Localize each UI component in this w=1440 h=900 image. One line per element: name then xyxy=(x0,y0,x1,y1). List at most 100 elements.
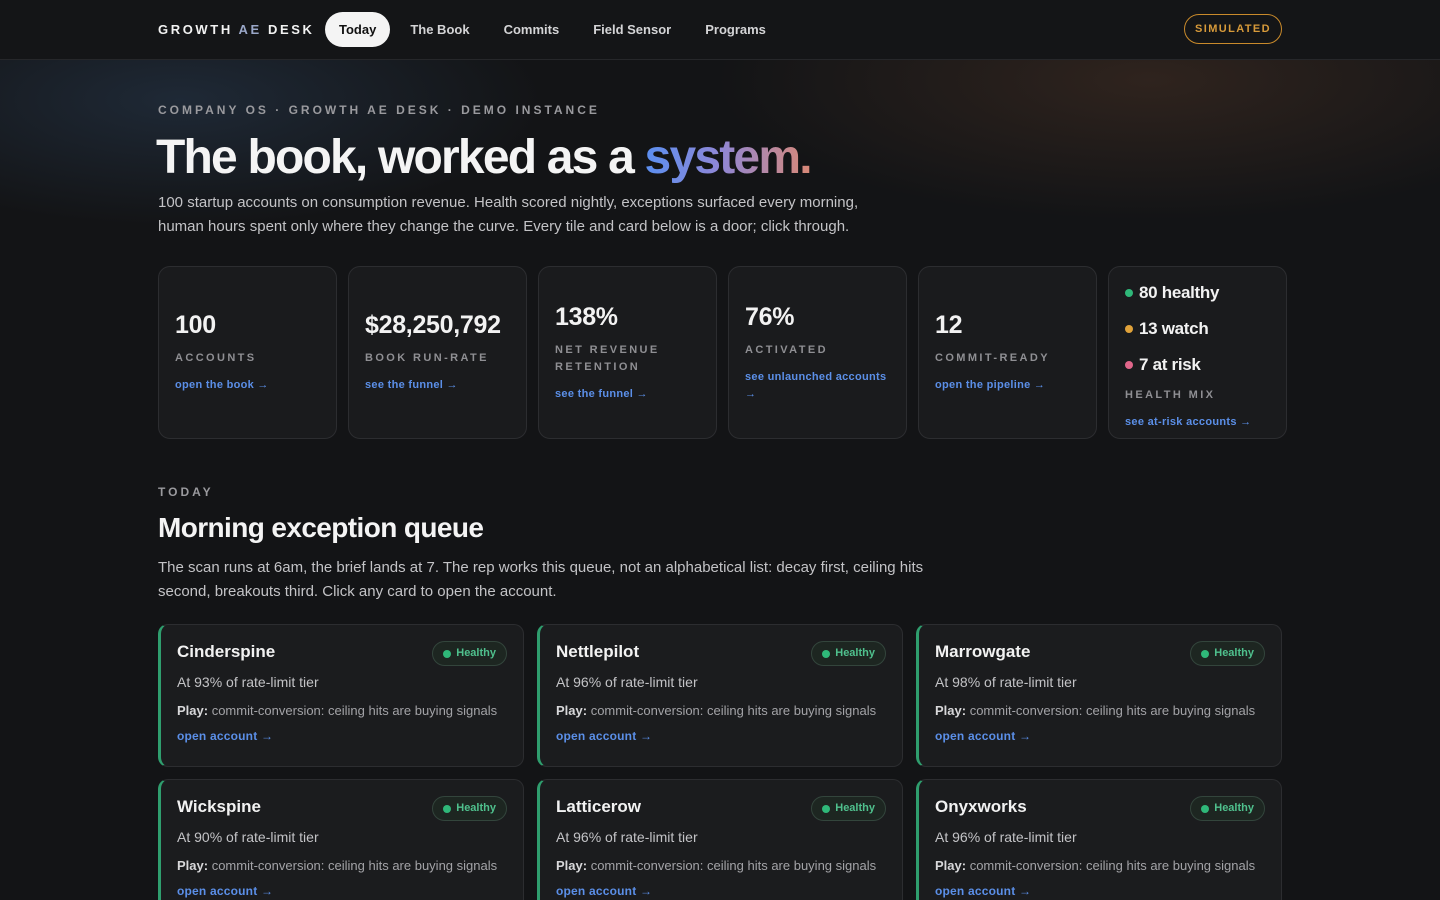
healthy-dot-icon xyxy=(1125,288,1133,297)
hero-subtitle: 100 startup accounts on consumption reve… xyxy=(158,194,859,235)
account-detail: At 96% of rate-limit tier xyxy=(556,829,698,845)
section-eyebrow: TODAY xyxy=(158,485,214,499)
status-badge: Healthy xyxy=(432,641,507,666)
account-play: Play: commit-conversion: ceiling hits ar… xyxy=(177,703,507,718)
status-dot-icon xyxy=(1201,804,1210,813)
status-text: Healthy xyxy=(835,647,875,659)
nav-tab-today[interactable]: Today xyxy=(325,12,391,47)
nav-tab-programs[interactable]: Programs xyxy=(691,12,780,47)
nav-tab-field-sensor[interactable]: Field Sensor xyxy=(579,12,685,47)
nav-tab-the-book[interactable]: The Book xyxy=(396,12,483,47)
hero-eyebrow: COMPANY OS · GROWTH AE DESK · DEMO INSTA… xyxy=(158,103,600,117)
health-mix-watch: 13 watch xyxy=(1125,311,1270,347)
account-card[interactable]: Onyxworks Healthy At 96% of rate-limit t… xyxy=(916,779,1282,900)
stat-link[interactable]: open the pipeline → xyxy=(935,377,1080,394)
account-play: Play: commit-conversion: ceiling hits ar… xyxy=(177,858,507,873)
open-account-link[interactable]: open account → xyxy=(177,884,507,898)
stat-label: HEALTH MIX xyxy=(1125,388,1216,401)
health-mix-at-risk-text: 7 at risk xyxy=(1139,354,1201,374)
status-badge: Healthy xyxy=(1190,641,1265,666)
open-account-link[interactable]: open account → xyxy=(935,729,1265,743)
stat-tile-commit-ready[interactable]: 12 COMMIT-READY open the pipeline → xyxy=(918,266,1097,439)
play-label: Play: xyxy=(556,858,588,873)
stat-value: 100 xyxy=(175,311,216,339)
main-nav: Today The Book Commits Field Sensor Prog… xyxy=(325,12,780,47)
open-account-link[interactable]: open account → xyxy=(556,884,886,898)
status-text: Healthy xyxy=(456,647,496,659)
status-dot-icon xyxy=(443,804,452,813)
stat-tile-health-mix[interactable]: 80 healthy 13 watch 7 at risk HEALTH MIX… xyxy=(1108,266,1287,439)
brand-word-ae: AE xyxy=(238,22,262,37)
stat-tile-net-revenue-retention[interactable]: 138% NET REVENUE RETENTION see the funne… xyxy=(538,266,717,439)
status-dot-icon xyxy=(443,649,452,658)
status-text: Healthy xyxy=(1214,802,1254,814)
stat-value: 76% xyxy=(745,302,795,331)
top-navigation-bar: GROWTH AE DESK Today The Book Commits Fi… xyxy=(0,0,1440,60)
health-mix-healthy-text: 80 healthy xyxy=(1139,282,1220,302)
nav-tab-commits[interactable]: Commits xyxy=(490,12,574,47)
account-detail: At 96% of rate-limit tier xyxy=(556,674,698,690)
stat-link[interactable]: see at-risk accounts → xyxy=(1125,414,1270,431)
stat-tiles: 100 ACCOUNTS open the book → $28,250,792… xyxy=(158,266,1287,439)
status-dot-icon xyxy=(822,804,831,813)
play-text: commit-conversion: ceiling hits are buyi… xyxy=(590,703,877,718)
stat-label: COMMIT-READY xyxy=(935,352,1050,364)
stat-label: NET REVENUE RETENTION xyxy=(555,343,660,373)
account-play: Play: commit-conversion: ceiling hits ar… xyxy=(935,858,1265,873)
account-play: Play: commit-conversion: ceiling hits ar… xyxy=(556,858,886,873)
simulated-badge: SIMULATED xyxy=(1184,14,1282,44)
stat-tile-accounts[interactable]: 100 ACCOUNTS open the book → xyxy=(158,266,337,439)
stat-link[interactable]: see unlaunched accounts → xyxy=(745,369,890,403)
play-text: commit-conversion: ceiling hits are buyi… xyxy=(969,703,1256,718)
health-mix-healthy: 80 healthy xyxy=(1125,275,1270,311)
play-text: commit-conversion: ceiling hits are buyi… xyxy=(969,858,1256,873)
stat-label: ACCOUNTS xyxy=(175,352,257,364)
play-label: Play: xyxy=(177,858,209,873)
play-text: commit-conversion: ceiling hits are buyi… xyxy=(211,703,498,718)
account-detail: At 96% of rate-limit tier xyxy=(935,829,1077,845)
health-mix-watch-text: 13 watch xyxy=(1139,318,1209,338)
account-play: Play: commit-conversion: ceiling hits ar… xyxy=(935,703,1265,718)
stat-link[interactable]: see the funnel → xyxy=(365,377,510,394)
brand-logo[interactable]: GROWTH AE DESK xyxy=(158,22,315,37)
status-dot-icon xyxy=(822,649,831,658)
stat-link[interactable]: see the funnel → xyxy=(555,386,700,403)
stat-tile-activated[interactable]: 76% ACTIVATED see unlaunched accounts → xyxy=(728,266,907,439)
account-card[interactable]: Latticerow Healthy At 96% of rate-limit … xyxy=(537,779,903,900)
open-account-link[interactable]: open account → xyxy=(935,884,1265,898)
health-mix-at-risk: 7 at risk xyxy=(1125,347,1270,383)
account-detail: At 98% of rate-limit tier xyxy=(935,674,1077,690)
watch-dot-icon xyxy=(1125,324,1133,333)
account-detail: At 90% of rate-limit tier xyxy=(177,829,319,845)
account-play: Play: commit-conversion: ceiling hits ar… xyxy=(556,703,886,718)
at-risk-dot-icon xyxy=(1125,360,1133,369)
page-title-accent: system. xyxy=(644,131,813,184)
account-detail: At 93% of rate-limit tier xyxy=(177,674,319,690)
status-badge: Healthy xyxy=(811,641,886,666)
account-card[interactable]: Cinderspine Healthy At 93% of rate-limit… xyxy=(158,624,524,767)
play-label: Play: xyxy=(177,703,209,718)
stat-value: $28,250,792 xyxy=(365,311,501,339)
stat-tile-book-run-rate[interactable]: $28,250,792 BOOK RUN-RATE see the funnel… xyxy=(348,266,527,439)
play-text: commit-conversion: ceiling hits are buyi… xyxy=(590,858,877,873)
play-label: Play: xyxy=(935,703,967,718)
page-title-main: The book, worked as a xyxy=(156,131,645,184)
status-text: Healthy xyxy=(1214,647,1254,659)
status-badge: Healthy xyxy=(811,796,886,821)
play-label: Play: xyxy=(556,703,588,718)
stat-link[interactable]: open the book → xyxy=(175,377,320,394)
section-subtitle: The scan runs at 6am, the brief lands at… xyxy=(158,559,924,600)
play-text: commit-conversion: ceiling hits are buyi… xyxy=(211,858,498,873)
status-badge: Healthy xyxy=(432,796,507,821)
account-card[interactable]: Nettlepilot Healthy At 96% of rate-limit… xyxy=(537,624,903,767)
status-text: Healthy xyxy=(835,802,875,814)
status-badge: Healthy xyxy=(1190,796,1265,821)
account-card[interactable]: Marrowgate Healthy At 98% of rate-limit … xyxy=(916,624,1282,767)
open-account-link[interactable]: open account → xyxy=(177,729,507,743)
stat-value: 12 xyxy=(935,311,963,339)
open-account-link[interactable]: open account → xyxy=(556,729,886,743)
exception-queue: Cinderspine Healthy At 93% of rate-limit… xyxy=(158,624,1282,900)
account-card[interactable]: Wickspine Healthy At 90% of rate-limit t… xyxy=(158,779,524,900)
stat-label: ACTIVATED xyxy=(745,343,828,356)
status-text: Healthy xyxy=(456,802,496,814)
